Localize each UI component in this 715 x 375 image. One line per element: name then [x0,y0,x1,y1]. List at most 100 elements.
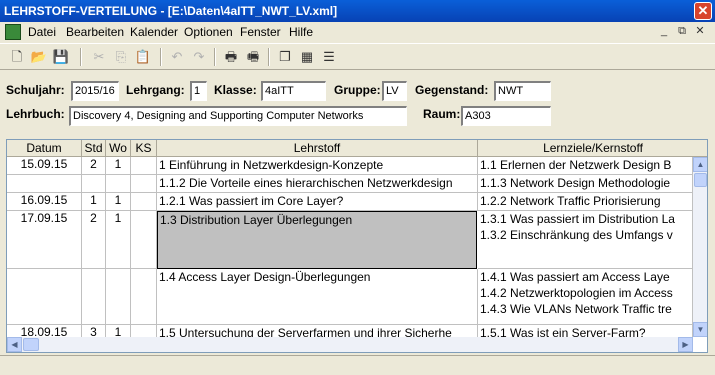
save-icon[interactable]: 💾 [52,48,70,66]
lehrstoff-line: 1.3 Distribution Layer Überlegungen [160,213,353,227]
close-window-button[interactable]: ✕ [694,2,712,20]
mdi-close-button[interactable]: ✕ [692,24,708,39]
raum-label: Raum: [423,107,461,121]
lehrgang-field[interactable]: 1 [190,81,207,101]
table-cell-lehrstoff[interactable]: 1 Einführung in Netzwerkdesign-Konzepte [157,157,478,175]
table-cell-datum[interactable] [7,269,82,325]
calendar-icon[interactable]: ▦ [298,48,316,66]
table-cell-ks[interactable] [131,157,157,175]
scroll-up-icon[interactable]: ▲ [693,157,707,172]
scroll-right-icon[interactable]: ▶ [678,337,693,352]
klasse-field[interactable]: 4aITT [261,81,326,101]
column-header-ks[interactable]: KS [131,140,157,157]
mdi-restore-button[interactable]: ⧉ [674,24,690,39]
table-cell-datum[interactable] [7,175,82,193]
mdi-minimize-button[interactable]: _ [656,24,672,39]
lernziel-line: 1.1 Erlernen der Netzwerk Design B [480,158,672,172]
schuljahr-label: Schuljahr: [6,83,65,97]
menu-optionen[interactable]: Optionen [184,25,233,39]
table-cell-wo[interactable]: 1 [106,157,131,175]
print-icon[interactable]: 🖶 [222,48,240,66]
toolbar: 🗋 📂 💾 ✂ ⎘ 📋 ↶ ↷ 🖶 🖷 ❐ ▦ ☰ [0,43,715,70]
menu-datei[interactable]: Datei [28,25,56,39]
table-cell-lernziele[interactable]: 1.3.1 Was passiert im Distribution La 1.3… [478,211,693,269]
table-cell-std[interactable] [82,175,106,193]
table-cell-std[interactable] [82,269,106,325]
redo-icon[interactable]: ↷ [190,48,208,66]
cut-icon[interactable]: ✂ [90,48,108,66]
lehrstoff-line: 1.1.2 Die Vorteile eines hierarchischen … [159,176,453,190]
copy-icon[interactable]: ⎘ [112,48,130,66]
menu-kalender[interactable]: Kalender [130,25,178,39]
vertical-scrollbar[interactable]: ▲ ▼ [693,157,707,337]
table-cell-ks[interactable] [131,175,157,193]
lernziel-line: 1.3.1 Was passiert im Distribution La [480,212,675,226]
window-title: LEHRSTOFF-VERTEILUNG - [E:\Daten\4aITT_N… [4,4,338,18]
paste-icon[interactable]: 📋 [134,48,152,66]
table-cell-lernziele[interactable]: 1.1 Erlernen der Netzwerk Design B [478,157,693,175]
lernziel-line: 1.4.3 Wie VLANs Network Traffic tre [480,302,672,316]
horizontal-scrollbar[interactable]: ◀ ▶ [7,337,693,352]
toolbar-separator [268,48,270,66]
table-cell-datum[interactable]: 15.09.15 [7,157,82,175]
horizontal-scroll-thumb[interactable] [23,338,39,351]
table-cell-lehrstoff[interactable]: 1.1.2 Die Vorteile eines hierarchischen … [157,175,478,193]
table-cell-lehrstoff[interactable]: 1.2.1 Was passiert im Core Layer? [157,193,478,211]
list-icon[interactable]: ☰ [320,48,338,66]
table-cell-wo[interactable] [106,269,131,325]
menu-hilfe[interactable]: Hilfe [289,25,313,39]
column-header-lehrstoff[interactable]: Lehrstoff [157,140,478,157]
table-cell-wo[interactable]: 1 [106,193,131,211]
lernziel-line: 1.4.1 Was passiert am Access Laye [480,270,670,284]
toolbar-separator [160,48,162,66]
toolbar-separator [80,48,82,66]
column-header-lernziele[interactable]: Lernziele/Kernstoff [478,140,707,157]
gruppe-field[interactable]: LV [382,81,407,101]
lehrstoff-line: 1 Einführung in Netzwerkdesign-Konzepte [159,158,384,172]
table-cell-lernziele[interactable]: 1.4.1 Was passiert am Access Laye 1.4.2 N… [478,269,693,325]
lesson-table[interactable]: Datum Std Wo KS Lehrstoff Lernziele/Kern… [6,139,708,353]
title-bar: LEHRSTOFF-VERTEILUNG - [E:\Daten\4aITT_N… [0,0,715,22]
column-header-std[interactable]: Std [82,140,106,157]
column-header-datum[interactable]: Datum [7,140,82,157]
gegenstand-field[interactable]: NWT [494,81,551,101]
open-folder-icon[interactable]: 📂 [30,48,48,66]
column-header-wo[interactable]: Wo [106,140,131,157]
window-icon[interactable]: ❐ [276,48,294,66]
undo-icon[interactable]: ↶ [168,48,186,66]
table-cell-lernziele[interactable]: 1.2.2 Network Traffic Priorisierung [478,193,693,211]
schuljahr-field[interactable]: 2015/16 [71,81,119,101]
status-bar [0,355,715,375]
table-cell-std[interactable]: 1 [82,193,106,211]
raum-field[interactable]: A303 [461,106,551,126]
new-document-icon[interactable]: 🗋 [8,48,26,66]
lernziel-line: 1.1.3 Network Design Methodologie [480,176,671,190]
table-cell-wo[interactable] [106,175,131,193]
menu-bearbeiten[interactable]: Bearbeiten [66,25,124,39]
table-cell-ks[interactable] [131,193,157,211]
table-cell-lehrstoff[interactable]: 1.4 Access Layer Design-Überlegungen [157,269,478,325]
gruppe-label: Gruppe: [334,83,381,97]
table-cell-wo[interactable]: 1 [106,211,131,269]
menu-bar: Datei Bearbeiten Kalender Optionen Fenst… [0,22,715,42]
lehrstoff-line: 1.2.1 Was passiert im Core Layer? [159,194,344,208]
scroll-down-icon[interactable]: ▼ [693,322,707,337]
table-cell-lernziele[interactable]: 1.1.3 Network Design Methodologie [478,175,693,193]
print-preview-icon[interactable]: 🖷 [244,48,262,66]
app-icon[interactable] [5,24,21,40]
menu-fenster[interactable]: Fenster [240,25,281,39]
table-cell-datum[interactable]: 17.09.15 [7,211,82,269]
lehrbuch-field[interactable]: Discovery 4, Designing and Supporting Co… [69,106,407,126]
klasse-label: Klasse: [214,83,257,97]
table-cell-datum[interactable]: 16.09.15 [7,193,82,211]
table-cell-ks[interactable] [131,211,157,269]
scroll-left-icon[interactable]: ◀ [7,337,22,352]
table-cell-std[interactable]: 2 [82,211,106,269]
table-cell-lehrstoff-selected[interactable]: 1.3 Distribution Layer Überlegungen [157,211,477,269]
lehrgang-label: Lehrgang: [126,83,185,97]
toolbar-separator [214,48,216,66]
lernziel-line: 1.4.2 Netzwerktopologien im Access [480,286,673,300]
table-cell-std[interactable]: 2 [82,157,106,175]
vertical-scroll-thumb[interactable] [694,173,707,187]
table-cell-ks[interactable] [131,269,157,325]
